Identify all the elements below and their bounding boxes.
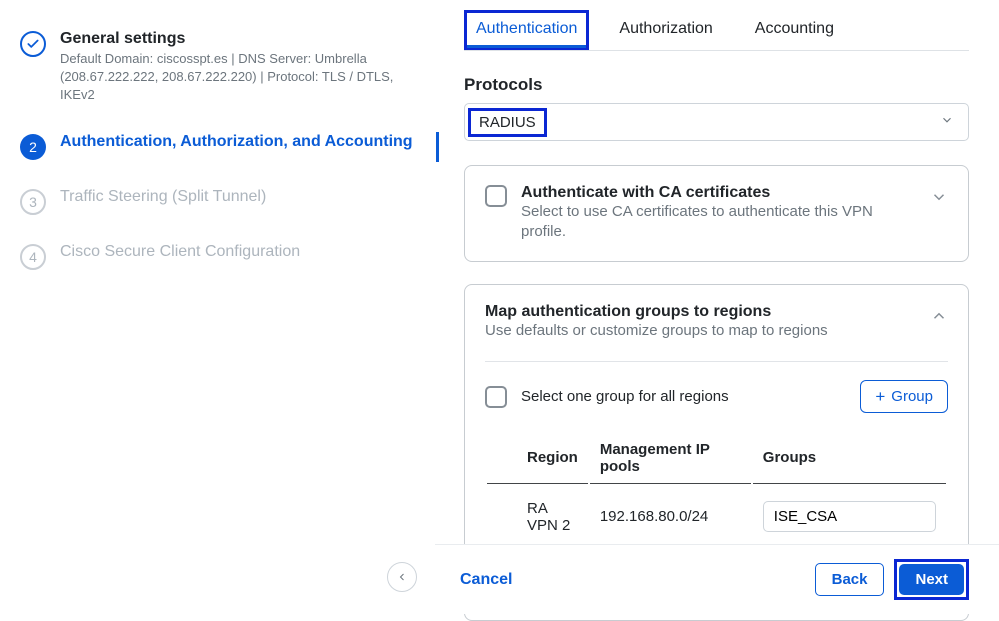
col-pools: Management IP pools (590, 433, 751, 484)
active-step-marker (436, 132, 439, 162)
select-one-group-checkbox[interactable] (485, 386, 507, 408)
wizard-sidebar: General settings Default Domain: ciscoss… (0, 0, 435, 614)
check-icon (20, 31, 46, 57)
chevron-down-icon (940, 113, 954, 132)
cell-pool: 192.168.80.0/24 (590, 486, 751, 549)
step-traffic-steering[interactable]: 3 Traffic Steering (Split Tunnel) (20, 188, 415, 215)
select-one-group-label: Select one group for all regions (521, 388, 729, 405)
table-row: RA VPN 2 192.168.80.0/24 (487, 486, 946, 549)
step-title: Authentication, Authorization, and Accou… (60, 133, 413, 151)
step-title: Traffic Steering (Split Tunnel) (60, 188, 266, 206)
protocols-selected-value: RADIUS (468, 108, 547, 137)
plus-icon: + (875, 388, 885, 405)
group-input[interactable] (763, 501, 936, 532)
tab-accounting[interactable]: Accounting (743, 10, 846, 50)
step-number: 3 (20, 189, 46, 215)
step-number: 2 (20, 134, 46, 160)
ca-cert-title: Authenticate with CA certificates (521, 184, 916, 202)
step-title: Cisco Secure Client Configuration (60, 243, 300, 261)
tab-authorization[interactable]: Authorization (607, 10, 724, 50)
ca-cert-checkbox[interactable] (485, 185, 507, 207)
col-groups: Groups (753, 433, 946, 484)
step-general-settings[interactable]: General settings Default Domain: ciscoss… (20, 30, 415, 105)
step-subtitle: Default Domain: ciscosspt.es | DNS Serve… (60, 50, 415, 105)
protocols-select[interactable]: RADIUS (464, 103, 969, 141)
step-client-config[interactable]: 4 Cisco Secure Client Configuration (20, 243, 415, 270)
cell-region: RA VPN 2 (487, 486, 588, 549)
col-region: Region (487, 433, 588, 484)
chevron-down-icon[interactable] (930, 188, 948, 211)
ca-cert-sub: Select to use CA certificates to authent… (521, 202, 916, 243)
cancel-button[interactable]: Cancel (460, 571, 512, 589)
group-map-sub: Use defaults or customize groups to map … (485, 321, 828, 341)
collapse-sidebar-button[interactable] (387, 562, 417, 592)
chevron-up-icon[interactable] (930, 307, 948, 330)
add-group-label: Group (891, 388, 933, 405)
step-title: General settings (60, 30, 415, 48)
step-number: 4 (20, 244, 46, 270)
group-map-title: Map authentication groups to regions (485, 303, 828, 321)
back-button[interactable]: Back (815, 563, 885, 596)
protocols-heading: Protocols (464, 75, 969, 95)
next-button[interactable]: Next (899, 564, 964, 595)
main-panel: Authentication Authorization Accounting … (435, 0, 999, 614)
step-aaa[interactable]: 2 Authentication, Authorization, and Acc… (20, 133, 415, 160)
aaa-tabs: Authentication Authorization Accounting (464, 10, 969, 51)
wizard-footer: Cancel Back Next (435, 544, 999, 614)
ca-cert-card: Authenticate with CA certificates Select… (464, 165, 969, 262)
tab-authentication[interactable]: Authentication (464, 10, 589, 50)
add-group-button[interactable]: + Group (860, 380, 948, 413)
